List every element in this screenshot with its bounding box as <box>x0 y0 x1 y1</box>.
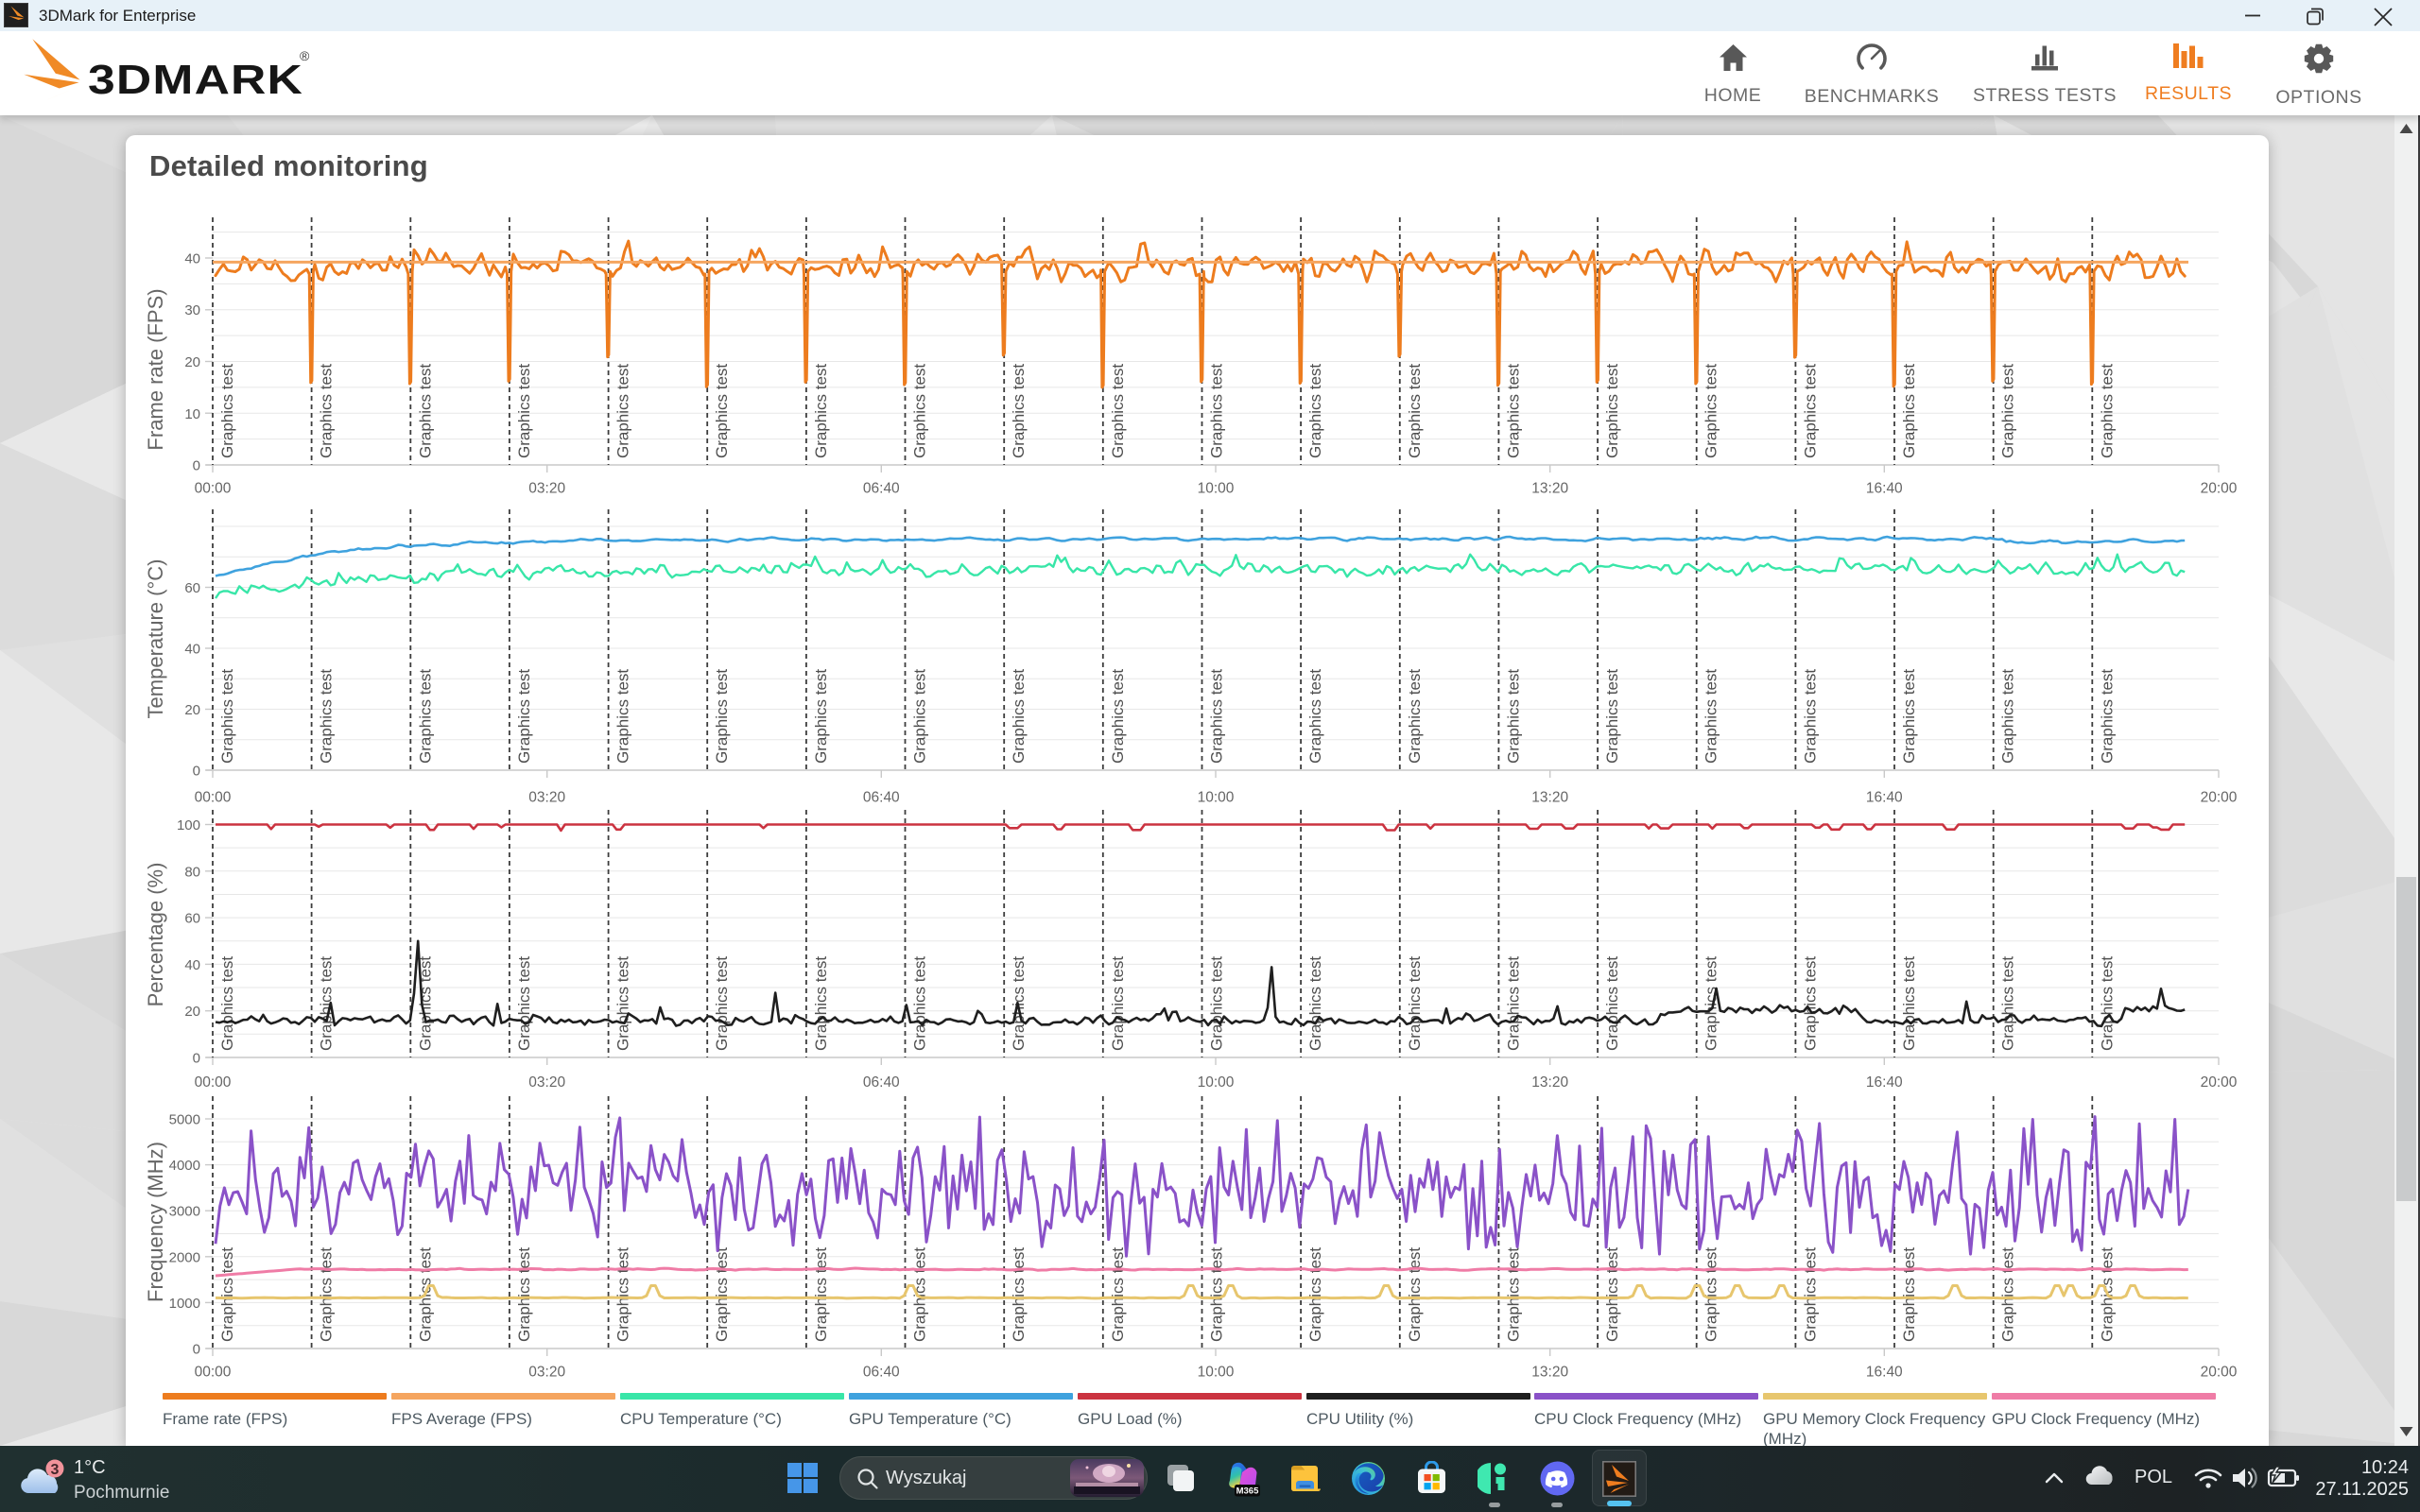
svg-text:®: ® <box>300 48 310 63</box>
svg-text:3DMARK: 3DMARK <box>88 57 303 103</box>
svg-text:3: 3 <box>51 1462 60 1478</box>
svg-text:M365: M365 <box>1236 1486 1259 1497</box>
